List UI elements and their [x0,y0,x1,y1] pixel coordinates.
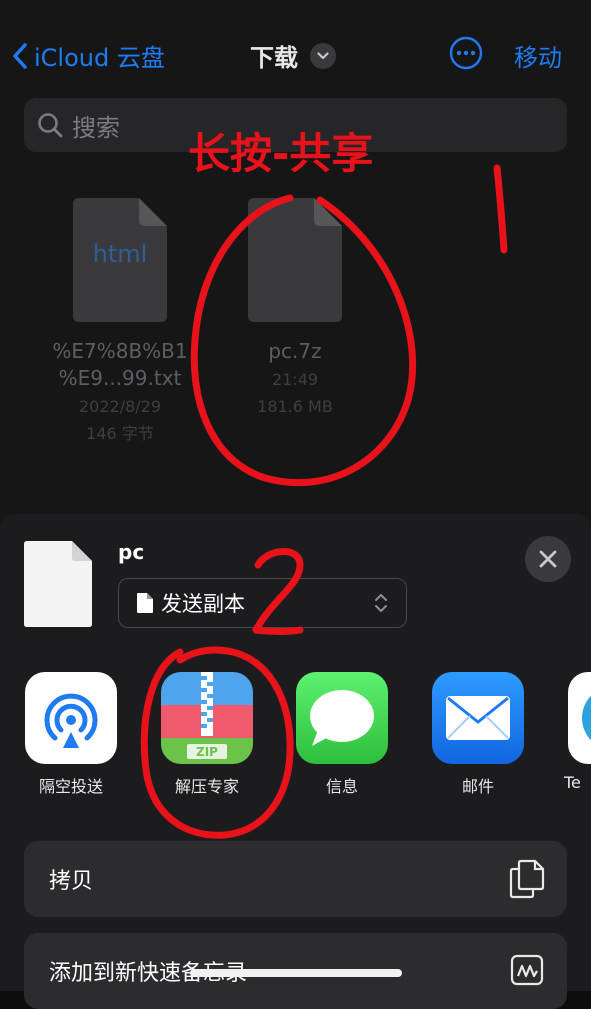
send-option-label: 发送副本 [161,592,245,616]
telegram-icon [568,672,591,764]
folder-title-menu[interactable]: 下载 [250,38,336,73]
annotation-long-press-share: 长按-共享 [188,129,374,178]
document-icon [248,198,342,322]
app-label: 邮件 [461,777,494,796]
action-copy[interactable]: 拷贝 [24,841,567,917]
html-document-icon: html [73,198,167,322]
send-copy-select[interactable]: 发送副本 [118,578,407,628]
close-icon [539,550,557,568]
file-name: pc.7z [268,339,322,363]
file-item-txt[interactable]: html %E7%8B%B1 %E9...99.txt 2022/8/29 14… [40,198,200,446]
share-app-mail[interactable]: 邮件 [423,672,533,797]
file-size: 146 字节 [86,424,154,443]
airdrop-icon [25,672,117,764]
share-app-zip-expert[interactable]: ZIP 解压专家 [152,672,262,797]
chevron-left-icon [13,42,27,69]
document-small-icon [137,593,153,613]
app-label: 隔空投送 [38,777,103,796]
file-name-line1: %E7%8B%B1 [52,339,188,363]
chevron-updown-icon [375,594,387,612]
mail-icon [432,672,524,764]
back-button-label: iCloud 云盘 [34,44,165,72]
file-thumbnail [24,541,92,631]
app-label: 解压专家 [174,777,239,796]
back-button[interactable]: iCloud 云盘 [12,38,165,73]
navigation-bar: iCloud 云盘 下载 移动 [0,30,591,80]
more-options-button[interactable] [449,36,483,74]
share-file-name: pc [118,540,145,564]
zip-icon: ZIP [161,672,253,764]
copy-icon [509,859,545,899]
share-sheet: pc 发送副本 隔空投送 ZIP 解压专家 信息 邮件 Te 拷贝 添加到新快速… [0,514,591,1009]
file-type-label: html [92,240,148,268]
share-app-airdrop[interactable]: 隔空投送 [16,672,126,797]
page-title: 下载 [250,44,298,72]
file-date: 2022/8/29 [78,397,162,416]
app-label: Te [564,773,581,792]
action-label: 拷贝 [49,869,94,894]
home-indicator [190,969,402,977]
share-app-telegram[interactable]: Te [558,672,591,792]
share-app-messages[interactable]: 信息 [287,672,397,797]
file-time: 21:49 [271,370,319,389]
close-button[interactable] [525,536,571,582]
chevron-down-icon [310,42,336,69]
ellipsis-circle-icon [449,36,483,70]
svg-text:ZIP: ZIP [196,745,218,759]
files-browser: iCloud 云盘 下载 移动 搜索 html %E7%8B%B1 %E9...… [0,0,591,560]
file-item-7z[interactable]: pc.7z 21:49 181.6 MB [215,198,375,419]
messages-icon [296,672,388,764]
search-icon [38,113,63,138]
file-name-line2: %E9...99.txt [58,366,182,390]
quick-note-icon [510,954,544,986]
file-size: 181.6 MB [257,397,333,416]
search-placeholder: 搜索 [72,113,120,142]
app-label: 信息 [325,777,358,796]
move-button[interactable]: 移动 [514,38,562,73]
